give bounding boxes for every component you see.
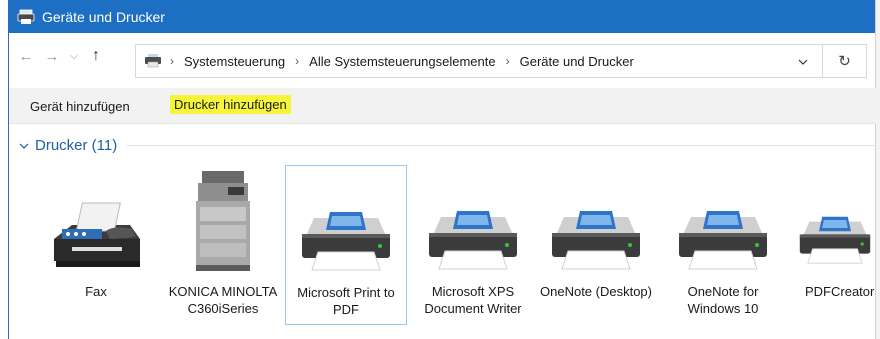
printer-icon	[785, 173, 875, 273]
devices-printers-icon	[16, 7, 36, 27]
address-dropdown-chevron-icon[interactable]	[798, 54, 808, 68]
printer-icon	[412, 173, 534, 273]
device-item-pdfcreator[interactable]: PDFCreator	[785, 165, 875, 325]
recent-locations-chevron-icon[interactable]: ⌵	[63, 50, 85, 63]
collapse-chevron-icon[interactable]	[19, 140, 29, 152]
command-bar: Gerät hinzufügen Drucker hinzufügen	[9, 88, 876, 124]
group-title: Drucker (11)	[35, 137, 118, 154]
device-label: Microsoft XPS Document Writer	[424, 284, 522, 316]
device-label: OneNote for Windows 10	[687, 284, 759, 316]
device-label: KONICA MINOLTA C360iSeries	[168, 284, 278, 316]
breadcrumb-item-alle-elemente[interactable]: Alle Systemsteuerungselemente	[309, 54, 495, 69]
control-panel-icon	[144, 53, 162, 69]
device-label: Fax	[85, 284, 107, 299]
refresh-button[interactable]: ↻	[823, 44, 867, 78]
device-label: PDFCreator	[805, 284, 875, 299]
breadcrumb-separator: ›	[170, 54, 174, 68]
fax-icon	[35, 173, 157, 273]
up-arrow-icon[interactable]: ↑	[85, 47, 107, 65]
printer-icon	[286, 174, 406, 274]
add-printer-button[interactable]: Drucker hinzufügen	[170, 95, 291, 114]
printer-icon	[535, 173, 657, 273]
group-divider	[127, 145, 874, 146]
address-bar[interactable]: › Systemsteuerung › Alle Systemsteuerung…	[135, 44, 823, 78]
device-item-fax[interactable]: Fax	[35, 165, 157, 325]
refresh-icon: ↻	[838, 53, 851, 70]
device-item-onenote-windows-10[interactable]: OneNote for Windows 10	[662, 165, 784, 325]
device-item-onenote-desktop[interactable]: OneNote (Desktop)	[535, 165, 657, 325]
device-label: Microsoft Print to PDF	[297, 285, 395, 317]
device-item-microsoft-print-to-pdf[interactable]: Microsoft Print to PDF	[285, 165, 407, 325]
device-item-microsoft-xps-writer[interactable]: Microsoft XPS Document Writer	[412, 165, 534, 325]
printer-icon	[662, 173, 784, 273]
printer-group-header[interactable]: Drucker (11)	[19, 137, 874, 154]
back-arrow-icon[interactable]: ←	[15, 48, 37, 65]
breadcrumb-separator[interactable]: ›	[295, 54, 299, 68]
device-list: Fax KONICA MINOLTA C360iSeries Microsoft…	[31, 165, 876, 339]
add-device-button[interactable]: Gerät hinzufügen	[30, 97, 130, 116]
breadcrumb-item-geraete-drucker[interactable]: Geräte und Drucker	[520, 54, 634, 69]
breadcrumb-separator[interactable]: ›	[506, 54, 510, 68]
explorer-window: Geräte und Drucker ← → ⌵ ↑ › Systemsteue…	[8, 0, 876, 339]
title-bar: Geräte und Drucker	[9, 0, 875, 33]
forward-arrow-icon[interactable]: →	[41, 48, 63, 65]
copier-icon	[162, 169, 284, 273]
breadcrumb-item-systemsteuerung[interactable]: Systemsteuerung	[184, 54, 285, 69]
device-item-konica-minolta[interactable]: KONICA MINOLTA C360iSeries	[162, 165, 284, 325]
window-title: Geräte und Drucker	[42, 8, 165, 25]
device-label: OneNote (Desktop)	[540, 284, 652, 299]
